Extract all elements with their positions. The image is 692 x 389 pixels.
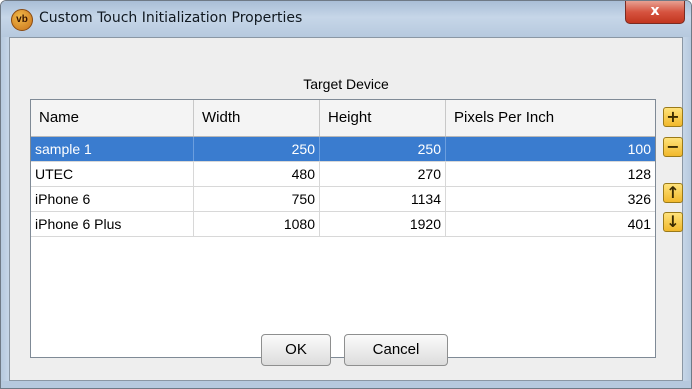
table-header: Name Width Height Pixels Per Inch bbox=[31, 100, 655, 137]
cell-width: 750 bbox=[194, 187, 320, 211]
column-header-width[interactable]: Width bbox=[194, 100, 320, 136]
row-divider bbox=[31, 236, 655, 237]
cell-pixels-per-inch: 100 bbox=[627, 141, 651, 157]
cell-width: 250 bbox=[194, 137, 320, 161]
cell-height: 1134 bbox=[320, 187, 446, 211]
table-row[interactable]: UTEC 480 270 128 bbox=[31, 162, 655, 186]
cancel-button[interactable]: Cancel bbox=[344, 334, 448, 366]
move-up-button[interactable]: ↑ bbox=[663, 183, 683, 203]
app-logo-icon: vb bbox=[11, 9, 33, 31]
remove-row-button[interactable]: − bbox=[663, 137, 683, 157]
cell-name: iPhone 6 Plus bbox=[31, 212, 194, 236]
cell-height: 250 bbox=[320, 137, 446, 161]
cell-width: 1080 bbox=[194, 212, 320, 236]
dialog-window: vb Custom Touch Initialization Propertie… bbox=[0, 0, 692, 389]
window-frame-left bbox=[1, 37, 9, 388]
window-frame-bottom bbox=[1, 381, 691, 388]
minus-icon: − bbox=[666, 137, 680, 156]
table-row[interactable]: iPhone 6 750 1134 326 bbox=[31, 187, 655, 211]
column-header-height[interactable]: Height bbox=[320, 100, 446, 136]
cell-pixels-per-inch: 401 bbox=[627, 216, 651, 232]
close-button[interactable]: x bbox=[625, 1, 685, 24]
title-bar[interactable]: vb Custom Touch Initialization Propertie… bbox=[1, 1, 691, 37]
table-row[interactable]: iPhone 6 Plus 1080 1920 401 bbox=[31, 212, 655, 236]
cell-width: 480 bbox=[194, 162, 320, 186]
cell-pixels-per-inch: 326 bbox=[627, 191, 651, 207]
cell-name: iPhone 6 bbox=[31, 187, 194, 211]
window-title: Custom Touch Initialization Properties bbox=[39, 10, 303, 26]
column-header-pixels-per-inch[interactable]: Pixels Per Inch bbox=[446, 100, 655, 136]
section-title: Target Device bbox=[303, 76, 389, 92]
cell-height: 270 bbox=[320, 162, 446, 186]
dialog-content: Target Device Name Width Height Pixels P… bbox=[9, 37, 683, 381]
cell-name: sample 1 bbox=[31, 137, 194, 161]
cell-pixels-per-inch: 128 bbox=[627, 166, 651, 182]
arrow-up-icon: ↑ bbox=[666, 183, 680, 202]
cell-name: UTEC bbox=[31, 162, 194, 186]
arrow-down-icon: ↓ bbox=[666, 212, 680, 231]
table-row[interactable]: sample 1 250 250 100 bbox=[31, 137, 655, 161]
device-table[interactable]: Name Width Height Pixels Per Inch sample… bbox=[30, 99, 656, 358]
add-row-button[interactable]: + bbox=[663, 107, 683, 127]
cell-height: 1920 bbox=[320, 212, 446, 236]
column-header-name[interactable]: Name bbox=[31, 100, 194, 136]
move-down-button[interactable]: ↓ bbox=[663, 212, 683, 232]
window-frame-right bbox=[683, 37, 691, 388]
ok-button[interactable]: OK bbox=[261, 334, 331, 366]
plus-icon: + bbox=[666, 107, 680, 126]
